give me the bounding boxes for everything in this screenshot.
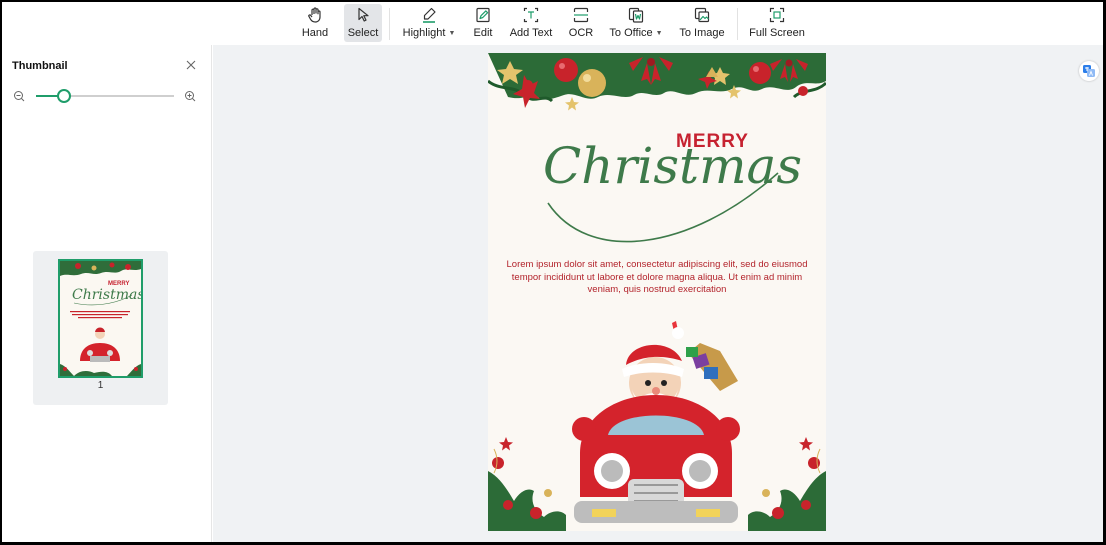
- thumbnail-page-number: 1: [97, 380, 104, 391]
- heading-christmas: Christmas: [543, 137, 802, 195]
- hand-label: Hand: [301, 27, 329, 39]
- thumbnail-panel: Thumbnail MERRY Christmas 1: [2, 45, 212, 542]
- highlighter-icon: [423, 7, 436, 23]
- translate-icon: [1083, 65, 1095, 77]
- pdf-page[interactable]: MERRY Christmas Lorem ipsum dolor sit am…: [488, 53, 826, 531]
- translate-button[interactable]: [1079, 61, 1099, 81]
- full-screen-tool-button[interactable]: Full Screen: [748, 4, 806, 42]
- highlight-label: Highlight: [402, 27, 446, 39]
- chevron-down-icon: ▼: [655, 30, 663, 37]
- app-window: Hand Select Highlight ▼ Edit Add Text OCR…: [2, 2, 1103, 542]
- thumbnail-zoom-slider[interactable]: [36, 89, 174, 103]
- hand-icon: [308, 7, 321, 23]
- zoom-out-icon[interactable]: [13, 90, 25, 102]
- full-screen-label: Full Screen: [749, 27, 805, 39]
- ocr-tool-button[interactable]: OCR: [564, 4, 598, 42]
- to-image-icon: [694, 7, 710, 23]
- chevron-down-icon: ▼: [448, 30, 456, 37]
- svg-text:Christmas: Christmas: [72, 287, 141, 303]
- to-office-icon: [628, 7, 644, 23]
- ocr-icon: [573, 7, 589, 23]
- select-label: Select: [347, 27, 379, 39]
- edit-label: Edit: [473, 27, 493, 39]
- close-icon[interactable]: [185, 59, 197, 71]
- toolbar-divider: [389, 8, 390, 40]
- panel-title: Thumbnail: [12, 60, 68, 72]
- cursor-icon: [358, 7, 369, 22]
- to-image-label: To Image: [679, 27, 725, 39]
- page-thumbnail[interactable]: MERRY Christmas 1: [33, 251, 168, 405]
- edit-icon: [476, 7, 490, 23]
- toolbar: Hand Select Highlight ▼ Edit Add Text OCR…: [2, 2, 1103, 45]
- hand-tool-button[interactable]: Hand: [298, 4, 332, 42]
- thumbnail-artwork: MERRY Christmas: [60, 261, 141, 376]
- slider-handle[interactable]: [56, 89, 71, 103]
- select-tool-button[interactable]: Select: [344, 4, 382, 42]
- ocr-label: OCR: [568, 27, 594, 39]
- document-canvas[interactable]: MERRY Christmas Lorem ipsum dolor sit am…: [213, 45, 1103, 542]
- highlight-tool-button[interactable]: Highlight ▼: [401, 4, 457, 42]
- toolbar-divider: [737, 8, 738, 40]
- zoom-in-icon[interactable]: [184, 90, 196, 102]
- to-image-tool-button[interactable]: To Image: [678, 4, 726, 42]
- add-text-tool-button[interactable]: Add Text: [508, 4, 554, 42]
- full-screen-icon: [769, 7, 785, 23]
- add-text-label: Add Text: [509, 27, 553, 39]
- edit-tool-button[interactable]: Edit: [468, 4, 498, 42]
- add-text-icon: [523, 7, 539, 23]
- to-office-label: To Office: [609, 27, 653, 39]
- to-office-tool-button[interactable]: To Office ▼: [608, 4, 664, 42]
- body-text[interactable]: Lorem ipsum dolor sit amet, consectetur …: [506, 259, 808, 297]
- thumbnail-image: MERRY Christmas: [58, 259, 143, 378]
